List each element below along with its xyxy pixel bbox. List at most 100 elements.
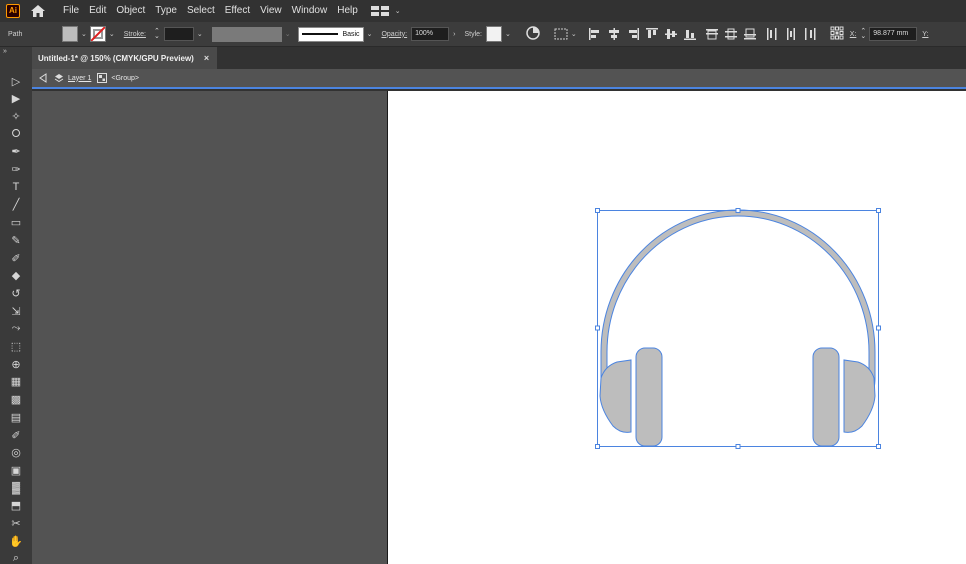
align-bottom-icon[interactable]	[684, 28, 697, 40]
handle-top-center[interactable]	[735, 208, 741, 213]
curvature-tool-icon[interactable]: ✑	[8, 162, 24, 178]
chevron-down-icon: ⌄	[394, 8, 401, 15]
menu-edit[interactable]: Edit	[84, 0, 111, 22]
slice-tool-icon[interactable]: ✂	[8, 516, 24, 532]
stroke-dropdown-chevron-icon[interactable]: ⌄	[109, 30, 115, 38]
handle-bottom-right[interactable]	[876, 444, 881, 449]
rotate-tool-icon[interactable]: ↺	[8, 285, 24, 301]
fill-swatch[interactable]	[62, 26, 78, 42]
menu-view[interactable]: View	[255, 0, 287, 22]
stroke-none-swatch[interactable]	[89, 26, 106, 42]
align-center-horizontal-icon[interactable]	[608, 28, 621, 40]
symbol-sprayer-tool-icon[interactable]: ▣	[8, 462, 24, 478]
opacity-arrow-icon[interactable]: ›	[453, 31, 455, 38]
align-to-icon[interactable]: ⌄	[554, 28, 580, 40]
free-transform-tool-icon[interactable]: ⬚	[8, 339, 24, 355]
distribute-right-icon[interactable]	[804, 28, 817, 40]
x-stepper-icon[interactable]: ⌃ ⌄	[860, 28, 866, 40]
direct-selection-tool-icon[interactable]: ▶	[8, 91, 24, 107]
menu-type[interactable]: Type	[150, 0, 182, 22]
menu-object[interactable]: Object	[111, 0, 150, 22]
perspective-grid-tool-icon[interactable]: ▦	[8, 374, 24, 390]
breadcrumb-group[interactable]: <Group>	[97, 73, 139, 83]
opacity-label[interactable]: Opacity:	[381, 31, 407, 38]
group-icon	[97, 73, 108, 83]
distribute-bottom-icon[interactable]	[744, 28, 757, 40]
right-ear-cup-outer[interactable]	[843, 359, 876, 433]
align-right-icon[interactable]	[627, 28, 640, 40]
handle-bottom-center[interactable]	[735, 444, 741, 449]
eraser-tool-icon[interactable]: ◆	[8, 268, 24, 284]
menu-window[interactable]: Window	[287, 0, 333, 22]
pasteboard[interactable]	[32, 91, 387, 564]
right-ear-pad[interactable]	[812, 347, 840, 447]
distribute-horizontal-center-icon[interactable]	[785, 28, 798, 40]
distribute-center-icon[interactable]	[725, 28, 738, 40]
warp-tool-icon[interactable]: ⤳	[8, 321, 24, 337]
back-arrow-icon[interactable]	[38, 73, 48, 83]
align-left-icon[interactable]	[589, 28, 602, 40]
profile-chevron-icon[interactable]: ⌄	[285, 30, 291, 38]
brush-stroke-preview	[301, 33, 339, 35]
document-tab[interactable]: Untitled-1* @ 150% (CMYK/GPU Preview) ×	[32, 47, 218, 69]
stroke-stepper-icon[interactable]: ⌃ ⌄	[154, 28, 160, 40]
scale-tool-icon[interactable]: ⇲	[8, 303, 24, 319]
menu-help[interactable]: Help	[332, 0, 363, 22]
align-top-icon[interactable]	[646, 28, 659, 40]
opacity-field[interactable]: 100%	[411, 27, 450, 41]
close-icon[interactable]: ×	[204, 53, 209, 63]
collapse-arrows-icon[interactable]: »	[3, 48, 7, 55]
left-ear-pad[interactable]	[635, 347, 663, 447]
handle-middle-right[interactable]	[876, 325, 881, 331]
stroke-weight-chevron-icon[interactable]: ⌄	[197, 30, 203, 38]
style-swatch[interactable]	[485, 26, 502, 42]
handle-top-left[interactable]	[595, 208, 600, 213]
magic-wand-tool-icon[interactable]: ✧	[8, 108, 24, 124]
menu-select[interactable]: Select	[182, 0, 220, 22]
app-logo: Ai	[6, 4, 20, 18]
artboard-tool-icon[interactable]: ⬒	[8, 498, 24, 514]
eyedropper-tool-icon[interactable]: ✐	[8, 427, 24, 443]
handle-middle-left[interactable]	[595, 325, 600, 331]
menu-file[interactable]: File	[58, 0, 84, 22]
home-icon[interactable]	[30, 3, 46, 19]
zoom-tool-icon[interactable]: ⌕	[8, 551, 24, 564]
align-center-vertical-icon[interactable]	[665, 28, 678, 40]
distribute-top-icon[interactable]	[706, 28, 719, 40]
variable-width-profile[interactable]	[211, 26, 282, 42]
lasso-tool-icon[interactable]: ⭘	[8, 126, 24, 142]
stroke-weight-field[interactable]	[163, 27, 194, 41]
fill-dropdown-chevron-icon[interactable]: ⌄	[81, 30, 87, 38]
distribute-left-icon[interactable]	[766, 28, 779, 40]
artboard[interactable]	[387, 91, 966, 564]
shaper-tool-icon[interactable]: ✐	[8, 250, 24, 266]
style-chevron-icon[interactable]: ⌄	[505, 30, 511, 38]
isolation-breadcrumb: Layer 1 <Group>	[32, 69, 966, 89]
handle-top-right[interactable]	[876, 208, 881, 213]
type-tool-icon[interactable]: T	[8, 179, 24, 195]
stroke-label[interactable]: Stroke:	[124, 31, 146, 38]
handle-bottom-left[interactable]	[595, 444, 600, 449]
brush-chevron-icon[interactable]: ⌄	[367, 30, 373, 38]
document-tab-title: Untitled-1* @ 150% (CMYK/GPU Preview)	[38, 53, 194, 63]
rectangle-tool-icon[interactable]: ▭	[8, 215, 24, 231]
mesh-tool-icon[interactable]: ▩	[8, 392, 24, 408]
menu-effect[interactable]: Effect	[220, 0, 255, 22]
recolor-artwork-icon[interactable]	[526, 26, 540, 42]
breadcrumb-layer[interactable]: Layer 1	[54, 73, 91, 83]
gradient-tool-icon[interactable]: ▤	[8, 409, 24, 425]
panel-collapse-strip[interactable]: »	[0, 47, 32, 69]
reference-point-icon[interactable]	[830, 26, 844, 42]
line-segment-tool-icon[interactable]: ╱	[8, 197, 24, 213]
column-graph-tool-icon[interactable]: ▓	[8, 480, 24, 496]
pen-tool-icon[interactable]: ✒	[8, 144, 24, 160]
paintbrush-tool-icon[interactable]: ✎	[8, 232, 24, 248]
shape-builder-tool-icon[interactable]: ⊕	[8, 356, 24, 372]
selection-tool-icon[interactable]: ▷	[8, 73, 24, 89]
workspace-switcher[interactable]: ⌄	[370, 6, 404, 16]
hand-tool-icon[interactable]: ✋	[8, 533, 24, 549]
x-field[interactable]: 98.877 mm	[869, 27, 918, 41]
left-ear-cup-outer[interactable]	[599, 359, 632, 433]
blend-tool-icon[interactable]: ◎	[8, 445, 24, 461]
brush-definition[interactable]: Basic	[297, 26, 364, 42]
